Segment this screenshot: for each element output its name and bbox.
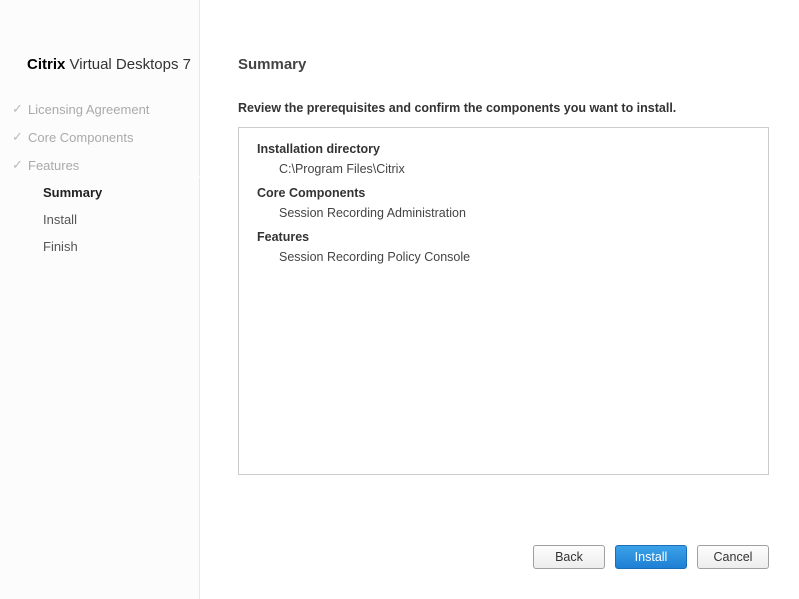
- main-panel: Summary Review the prerequisites and con…: [200, 0, 799, 599]
- nav-label: Summary: [43, 185, 102, 200]
- nav-item-install: Install: [27, 212, 199, 227]
- nav-label: Features: [28, 158, 79, 173]
- nav-item-licensing-agreement[interactable]: ✓ Licensing Agreement: [27, 101, 199, 117]
- nav-label: Core Components: [28, 130, 134, 145]
- nav-label: Licensing Agreement: [28, 102, 149, 117]
- button-bar: Back Install Cancel: [533, 545, 769, 569]
- check-icon: ✓: [12, 129, 26, 145]
- product-title: Citrix Virtual Desktops 7: [27, 56, 199, 73]
- section-item: Session Recording Administration: [279, 206, 750, 220]
- summary-box: Installation directory C:\Program Files\…: [238, 127, 769, 475]
- nav-item-features[interactable]: ✓ Features: [27, 157, 199, 173]
- check-icon: ✓: [12, 101, 26, 117]
- section-item: Session Recording Policy Console: [279, 250, 750, 264]
- product-brand: Citrix: [27, 56, 65, 73]
- nav-item-finish: Finish: [27, 239, 199, 254]
- page-subtitle: Review the prerequisites and confirm the…: [238, 101, 769, 115]
- install-button[interactable]: Install: [615, 545, 687, 569]
- cancel-button[interactable]: Cancel: [697, 545, 769, 569]
- nav-label: Finish: [43, 239, 78, 254]
- check-icon: ✓: [12, 157, 26, 173]
- sidebar: Citrix Virtual Desktops 7 ✓ Licensing Ag…: [0, 0, 200, 599]
- section-header-installation-directory: Installation directory: [257, 142, 750, 156]
- page-title: Summary: [238, 56, 769, 73]
- section-item: C:\Program Files\Citrix: [279, 162, 750, 176]
- nav-item-summary[interactable]: Summary: [27, 185, 199, 200]
- section-header-core-components: Core Components: [257, 186, 750, 200]
- nav-label: Install: [43, 212, 77, 227]
- section-header-features: Features: [257, 230, 750, 244]
- back-button[interactable]: Back: [533, 545, 605, 569]
- product-name: Virtual Desktops 7: [70, 56, 191, 73]
- nav-item-core-components[interactable]: ✓ Core Components: [27, 129, 199, 145]
